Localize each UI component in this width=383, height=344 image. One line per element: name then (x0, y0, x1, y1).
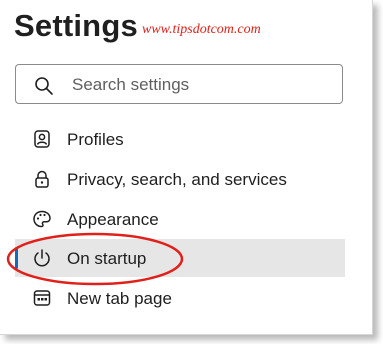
nav-item-appearance[interactable]: Appearance (15, 200, 345, 238)
lock-icon (35, 170, 49, 188)
nav-item-label: Profiles (67, 130, 124, 149)
power-icon (34, 249, 50, 267)
search-icon (35, 77, 53, 95)
nav-item-label: On startup (67, 249, 147, 268)
new-tab-icon (33, 290, 51, 306)
nav-item-privacy[interactable]: Privacy, search, and services (15, 160, 345, 198)
nav-item-new-tab-page[interactable]: New tab page (15, 279, 345, 317)
nav-item-label: New tab page (67, 289, 172, 308)
settings-panel: Settings www.tipsdotcom.com Profiles Pri… (0, 0, 373, 335)
nav-item-label: Appearance (67, 210, 159, 229)
active-indicator (15, 247, 18, 269)
nav-item-on-startup[interactable]: On startup (15, 239, 345, 277)
page-title: Settings (14, 8, 138, 43)
palette-icon (33, 210, 51, 228)
search-input[interactable] (72, 73, 332, 97)
watermark-text: www.tipsdotcom.com (142, 22, 261, 37)
search-box[interactable] (15, 64, 343, 104)
nav-item-label: Privacy, search, and services (67, 170, 287, 189)
nav-item-profiles[interactable]: Profiles (15, 120, 345, 158)
profile-icon (34, 130, 50, 148)
